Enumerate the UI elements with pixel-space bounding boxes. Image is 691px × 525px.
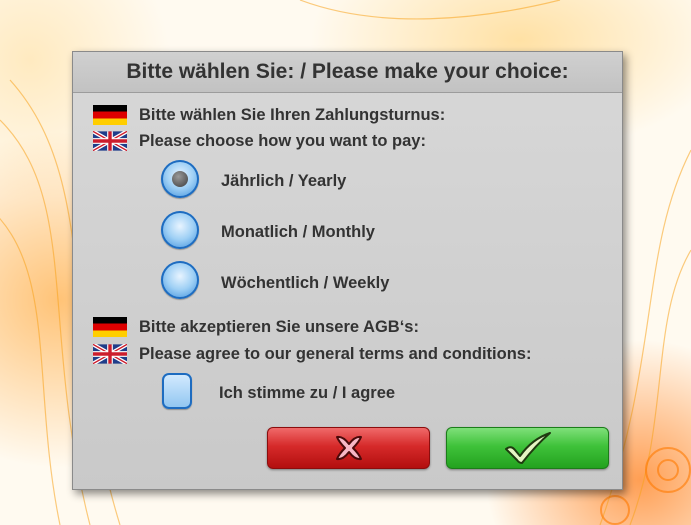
- choice-dialog: Bitte wählen Sie: / Please make your cho…: [72, 51, 623, 490]
- terms-heading-de: Bitte akzeptieren Sie unsere AGB‘s:: [139, 317, 419, 336]
- terms-heading-de-row: Bitte akzeptieren Sie unsere AGB‘s:: [93, 317, 419, 337]
- dialog-title: Bitte wählen Sie: / Please make your cho…: [73, 52, 622, 93]
- checkmark-icon: [504, 432, 551, 464]
- agree-checkbox[interactable]: [162, 373, 192, 409]
- payment-heading-de-row: Bitte wählen Sie Ihren Zahlungsturnus:: [93, 105, 445, 125]
- german-flag-icon: [93, 317, 127, 337]
- payment-heading-de: Bitte wählen Sie Ihren Zahlungsturnus:: [139, 105, 446, 124]
- radio-selected-dot: [172, 171, 188, 187]
- payment-heading-en: Please choose how you want to pay:: [139, 131, 426, 150]
- german-flag-icon: [93, 105, 127, 125]
- agree-checkbox-label[interactable]: Ich stimme zu / I agree: [219, 384, 395, 403]
- terms-heading-en: Please agree to our general terms and co…: [139, 344, 532, 363]
- cancel-button[interactable]: [267, 427, 430, 469]
- radio-weekly-label[interactable]: Wöchentlich / Weekly: [221, 274, 389, 293]
- radio-yearly-label[interactable]: Jährlich / Yearly: [221, 172, 346, 191]
- radio-monthly-label[interactable]: Monatlich / Monthly: [221, 223, 375, 242]
- uk-flag-icon: [93, 131, 127, 151]
- cross-icon: [335, 435, 362, 461]
- radio-yearly[interactable]: [161, 160, 199, 198]
- radio-weekly[interactable]: [161, 261, 199, 299]
- terms-heading-en-row: Please agree to our general terms and co…: [93, 344, 531, 364]
- payment-heading-en-row: Please choose how you want to pay:: [93, 131, 426, 151]
- uk-flag-icon: [93, 344, 127, 364]
- confirm-button[interactable]: [446, 427, 609, 469]
- radio-monthly[interactable]: [161, 211, 199, 249]
